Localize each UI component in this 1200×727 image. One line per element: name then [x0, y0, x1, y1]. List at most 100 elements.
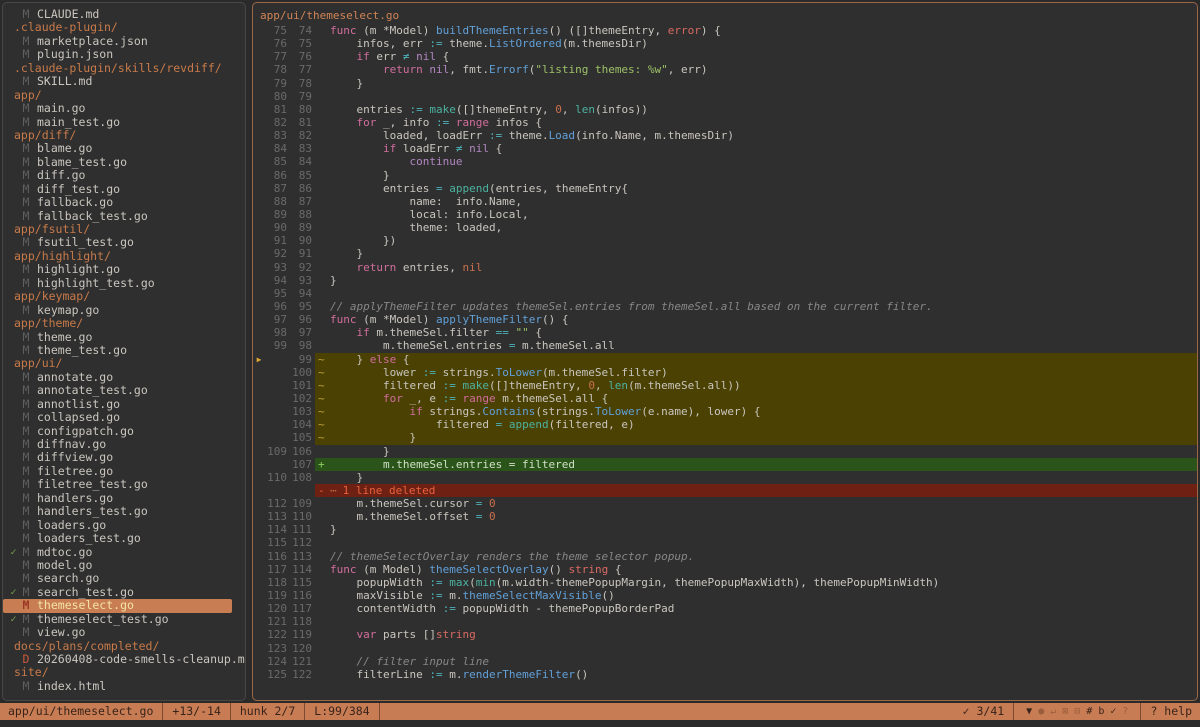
change-marker — [315, 90, 330, 103]
file-tree-dir[interactable]: docs/plans/completed/ — [3, 640, 245, 653]
file-tree-item[interactable]: ✓Mmdtoc.go — [3, 546, 245, 559]
file-tree-item[interactable]: Mthemeselect.go — [3, 599, 232, 612]
file-tree-item[interactable]: ✓Mthemeselect_test.go — [3, 613, 245, 626]
file-tree-item[interactable]: Mmodel.go — [3, 559, 245, 572]
file-tree-item[interactable]: D20260408-code-smells-cleanup.md — [3, 653, 245, 666]
file-tree-dir[interactable]: site/ — [3, 666, 245, 679]
file-tree-item[interactable]: Mview.go — [3, 626, 245, 639]
file-name: fallback_test.go — [37, 210, 148, 223]
change-marker — [315, 155, 330, 168]
file-tree-dir[interactable]: app/keymap/ — [3, 290, 245, 303]
file-tree-item[interactable]: Mhandlers_test.go — [3, 505, 245, 518]
file-tree-item[interactable]: Mdiff.go — [3, 169, 245, 182]
file-tree-item[interactable]: Mcollapsed.go — [3, 411, 245, 424]
git-status-marker: M — [20, 546, 32, 559]
code-text: } — [330, 247, 1197, 260]
file-tree-item[interactable]: Mfiletree_test.go — [3, 478, 245, 491]
change-marker — [315, 208, 330, 221]
code-text: } — [330, 431, 1197, 444]
gutter-arrow-slot — [253, 445, 265, 458]
file-tree-item[interactable]: Mmarketplace.json — [3, 35, 245, 48]
file-tree-dir[interactable]: app/ui/ — [3, 357, 245, 370]
code-text: infos, err := theme.ListOrdered(m.themes… — [330, 37, 1197, 50]
file-tree-item[interactable]: Mblame_test.go — [3, 156, 245, 169]
file-tree-item[interactable]: Mmain_test.go — [3, 116, 245, 129]
file-tree-item[interactable]: Mdiffview.go — [3, 451, 245, 464]
file-tree-item[interactable]: Mannotlist.go — [3, 398, 245, 411]
new-line-number: 105 — [290, 431, 312, 444]
change-marker — [315, 103, 330, 116]
file-tree-item[interactable]: Mhighlight_test.go — [3, 277, 245, 290]
new-line-number: 114 — [290, 563, 312, 576]
code-text: theme: loaded, — [330, 221, 1197, 234]
diff-file-title: app/ui/themeselect.go — [253, 8, 1197, 24]
diff-line-context: 9291 } — [253, 247, 1197, 260]
file-name: marketplace.json — [37, 35, 148, 48]
file-tree-item[interactable]: Mfiletree.go — [3, 465, 245, 478]
file-tree-item[interactable]: Mfallback.go — [3, 196, 245, 209]
new-line-number: 85 — [290, 169, 312, 182]
new-line-number: 113 — [290, 550, 312, 563]
old-line-number: 75 — [265, 24, 287, 37]
file-tree-dir[interactable]: .claude-plugin/skills/revdiff/ — [3, 62, 245, 75]
code-text: name: info.Name, — [330, 195, 1197, 208]
code-text: // filter input line — [330, 655, 1197, 668]
box-x-icon: ⊠ — [1062, 703, 1068, 720]
file-tree-item[interactable]: Mconfigpatch.go — [3, 425, 245, 438]
diff-line-context: 8281 for _, info := range infos { — [253, 116, 1197, 129]
gutter-arrow-slot — [253, 155, 265, 168]
dir-label: app/ — [14, 89, 42, 102]
file-tree-item[interactable]: MCLAUDE.md — [3, 8, 245, 21]
file-tree-dir[interactable]: app/diff/ — [3, 129, 245, 142]
git-status-marker: M — [20, 465, 32, 478]
old-line-number — [265, 366, 287, 379]
diff-line-context: 118115 popupWidth := max(min(m.width-the… — [253, 576, 1197, 589]
file-tree-item[interactable]: Mindex.html — [3, 680, 245, 693]
file-tree-item[interactable]: MSKILL.md — [3, 75, 245, 88]
file-tree-item[interactable]: Mblame.go — [3, 142, 245, 155]
file-tree-item[interactable]: Mloaders_test.go — [3, 532, 245, 545]
file-name: collapsed.go — [37, 411, 120, 424]
file-tree-item[interactable]: Mkeymap.go — [3, 304, 245, 317]
statusbar-line-indicator: L:99/384 — [305, 703, 379, 720]
file-tree-item[interactable]: Mdiff_test.go — [3, 183, 245, 196]
gutter-arrow-slot — [253, 484, 265, 497]
file-tree-dir[interactable]: app/ — [3, 89, 245, 102]
code-text: // themeSelectOverlay renders the theme … — [330, 550, 1197, 563]
file-tree-item[interactable]: Mannotate.go — [3, 371, 245, 384]
gutter-arrow-slot — [253, 510, 265, 523]
file-tree-dir[interactable]: app/highlight/ — [3, 250, 245, 263]
file-tree-item[interactable]: Mtheme_test.go — [3, 344, 245, 357]
file-tree-item[interactable]: Mmain.go — [3, 102, 245, 115]
file-name: highlight_test.go — [37, 277, 155, 290]
help-hint[interactable]: ? help — [1141, 703, 1192, 720]
git-status-marker: M — [20, 183, 32, 196]
status-right: ✓ 3/41 ▼●↵⊠⊟#b✓? ? help — [954, 703, 1200, 720]
file-name: search_test.go — [37, 586, 134, 599]
gutter-arrow-slot — [253, 300, 265, 313]
file-tree-item[interactable]: Mfallback_test.go — [3, 210, 245, 223]
gutter-arrow-slot — [253, 37, 265, 50]
file-tree-item[interactable]: Mtheme.go — [3, 331, 245, 344]
old-line-number: 85 — [265, 155, 287, 168]
new-line-number: 102 — [290, 392, 312, 405]
file-tree-dir[interactable]: .claude-plugin/ — [3, 21, 245, 34]
file-tree-item[interactable]: Mfsutil_test.go — [3, 236, 245, 249]
change-marker — [315, 116, 330, 129]
change-marker — [315, 234, 330, 247]
file-tree-item[interactable]: Mhighlight.go — [3, 263, 245, 276]
file-tree-dir[interactable]: app/fsutil/ — [3, 223, 245, 236]
change-marker — [315, 182, 330, 195]
file-tree-item[interactable]: Msearch.go — [3, 572, 245, 585]
file-tree-item[interactable]: Mplugin.json — [3, 48, 245, 61]
diff-code-area: 7574func (m *Model) buildThemeEntries() … — [253, 24, 1197, 681]
code-text: if strings.Contains(strings.ToLower(e.na… — [330, 405, 1197, 418]
file-tree-item[interactable]: ✓Msearch_test.go — [3, 586, 245, 599]
file-tree-dir[interactable]: app/theme/ — [3, 317, 245, 330]
file-tree-item[interactable]: Mloaders.go — [3, 519, 245, 532]
file-tree-item[interactable]: Mhandlers.go — [3, 492, 245, 505]
file-tree-item[interactable]: Mdiffnav.go — [3, 438, 245, 451]
file-tree-item[interactable]: Mannotate_test.go — [3, 384, 245, 397]
file-tree-panel: MCLAUDE.md.claude-plugin/Mmarketplace.js… — [2, 2, 246, 701]
git-status-marker: M — [20, 169, 32, 182]
